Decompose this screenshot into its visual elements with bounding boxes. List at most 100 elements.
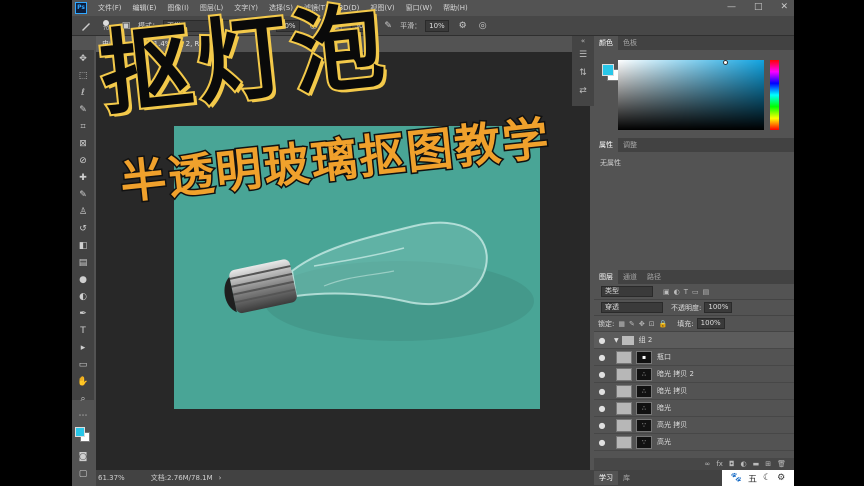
eraser-tool-icon[interactable]: ◧ (72, 237, 94, 254)
kind-label: 类型 (605, 287, 619, 295)
eye-icon[interactable]: ● (594, 387, 610, 396)
frame-tool-icon[interactable]: ⊠ (72, 135, 94, 152)
healing-tool-icon[interactable]: ✚ (72, 169, 94, 186)
adjustment-icon[interactable]: ◐ (741, 460, 747, 468)
trash-icon[interactable]: 🗑 (777, 460, 786, 468)
fill-field[interactable]: 100% (696, 318, 725, 329)
lasso-tool-icon[interactable]: ℓ (72, 84, 94, 101)
tab-libraries[interactable]: 库 (618, 471, 635, 485)
menu-window[interactable]: 窗口(W) (406, 3, 432, 13)
properties-panel: 无属性 (594, 152, 794, 270)
zoom-tool-icon[interactable]: ⌕ (72, 390, 94, 407)
maximize-button[interactable]: □ (754, 2, 763, 12)
zoom-level[interactable]: 61.37% (98, 474, 125, 482)
color-panel (594, 50, 794, 138)
gear-icon[interactable]: ⚙ (457, 20, 469, 32)
layer-row[interactable]: ● ∴ 暗光 拷贝 (594, 383, 794, 400)
tab-layers[interactable]: 图层 (594, 270, 618, 284)
layer-name: 组 2 (638, 336, 653, 344)
close-button[interactable]: ✕ (780, 2, 788, 12)
screen-mode-icon[interactable]: ▢ (72, 465, 94, 482)
layer-row[interactable]: ● ∴ 暗光 拷贝 2 (594, 366, 794, 383)
layers-footer: ∞ fx ◘ ◐ ▬ ⊞ 🗑 (594, 458, 794, 470)
eyedropper-tool-icon[interactable]: ⊘ (72, 152, 94, 169)
blend-mode-select[interactable]: 穿透 (601, 302, 663, 313)
hue-slider[interactable] (770, 60, 779, 130)
fx-icon[interactable]: fx (716, 460, 723, 468)
fill-label: 填充: (677, 319, 694, 328)
eye-icon[interactable]: ● (594, 353, 610, 362)
menu-file[interactable]: 文件(F) (98, 3, 122, 13)
layer-thumbnail (616, 384, 632, 398)
link-icon[interactable]: ∞ (705, 460, 711, 468)
brush-tool-icon[interactable] (80, 20, 92, 32)
tab-adjustments[interactable]: 调整 (618, 138, 642, 152)
layer-row[interactable]: ● ▪ 瓶口 (594, 349, 794, 366)
layer-opacity-field[interactable]: 100% (704, 302, 733, 313)
eye-icon[interactable]: ● (594, 404, 610, 413)
pen-tool-icon[interactable]: ✒ (72, 305, 94, 322)
history-panel-icon[interactable]: ☰ (572, 46, 594, 64)
paths-panel-icon[interactable]: ⇄ (572, 82, 594, 100)
expand-panels-icon[interactable]: « (572, 36, 594, 46)
color-swatches[interactable] (72, 424, 94, 448)
layer-row[interactable]: ● ∵ 高光 (594, 434, 794, 451)
layer-row[interactable]: ● ∵ 高光 拷贝 (594, 417, 794, 434)
tab-channels[interactable]: 通道 (618, 270, 642, 284)
brand-badge: 🐾 五 ☾ ⚙ (722, 470, 794, 486)
shape-tool-icon[interactable]: ▭ (72, 356, 94, 373)
gradient-tool-icon[interactable]: ▤ (72, 254, 94, 271)
folder-icon[interactable]: ▬ (753, 460, 760, 468)
quick-select-tool-icon[interactable]: ✎ (72, 101, 94, 118)
tab-swatches[interactable]: 色板 (618, 36, 642, 50)
eye-icon[interactable]: ● (594, 421, 610, 430)
lock-icons[interactable]: ▦✎✥⊡🔒 (618, 320, 671, 328)
gear-icon: ⚙ (777, 473, 786, 483)
more-tools-icon[interactable]: ⋯ (72, 407, 94, 424)
path-select-tool-icon[interactable]: ▸ (72, 339, 94, 356)
no-properties-text: 无属性 (600, 159, 621, 167)
color-picker-marker[interactable] (723, 60, 728, 65)
blur-tool-icon[interactable]: ● (72, 271, 94, 288)
layer-row[interactable]: ● ∴ 暗光 (594, 400, 794, 417)
history-brush-tool-icon[interactable]: ↺ (72, 220, 94, 237)
crop-tool-icon[interactable]: ⌗ (72, 118, 94, 135)
type-tool-icon[interactable]: T (72, 322, 94, 339)
menu-help[interactable]: 帮助(H) (443, 3, 468, 13)
layer-mask-thumbnail: ∴ (636, 401, 652, 415)
layer-name: 高光 (657, 438, 671, 446)
adjust-panel-icon[interactable]: ⇅ (572, 64, 594, 82)
dodge-tool-icon[interactable]: ◐ (72, 288, 94, 305)
chevron-right-icon[interactable]: › (219, 474, 222, 482)
tab-learn[interactable]: 学习 (594, 471, 618, 485)
tab-properties[interactable]: 属性 (594, 138, 618, 152)
layer-kind-filter[interactable]: 类型 (601, 286, 653, 297)
eye-icon[interactable]: ● (594, 370, 610, 379)
quick-mask-icon[interactable]: ◙ (72, 448, 94, 465)
eye-icon[interactable]: ● (594, 336, 610, 345)
layer-mask-thumbnail: ∵ (636, 418, 652, 432)
panel-foreground-swatch[interactable] (602, 64, 614, 76)
tab-paths[interactable]: 路径 (642, 270, 666, 284)
new-layer-icon[interactable]: ⊞ (765, 460, 771, 468)
mask-icon[interactable]: ◘ (729, 460, 735, 468)
chevron-down-icon[interactable]: ▼ (614, 337, 619, 344)
minimize-button[interactable]: — (727, 2, 736, 12)
foreground-color-swatch[interactable] (75, 427, 85, 437)
blend-mode-value: 穿透 (605, 303, 619, 311)
hand-tool-icon[interactable]: ✋ (72, 373, 94, 390)
lock-row: 锁定: ▦✎✥⊡🔒 填充: 100% (594, 316, 794, 332)
color-field[interactable] (618, 60, 764, 130)
smoothing-field[interactable]: 10% (425, 19, 449, 32)
layer-name: 高光 拷贝 (657, 421, 688, 429)
brush-tool-icon[interactable]: ✎ (72, 186, 94, 203)
marquee-tool-icon[interactable]: ⬚ (72, 67, 94, 84)
tab-color[interactable]: 颜色 (594, 36, 618, 50)
layer-group[interactable]: ● ▼ 组 2 (594, 332, 794, 349)
pressure-size-icon[interactable]: ◎ (477, 20, 489, 32)
layer-mask-thumbnail: ∴ (636, 384, 652, 398)
stamp-tool-icon[interactable]: ♙ (72, 203, 94, 220)
menu-edit[interactable]: 编辑(E) (133, 3, 157, 13)
eye-icon[interactable]: ● (594, 438, 610, 447)
move-tool-icon[interactable]: ✥ (72, 50, 94, 67)
